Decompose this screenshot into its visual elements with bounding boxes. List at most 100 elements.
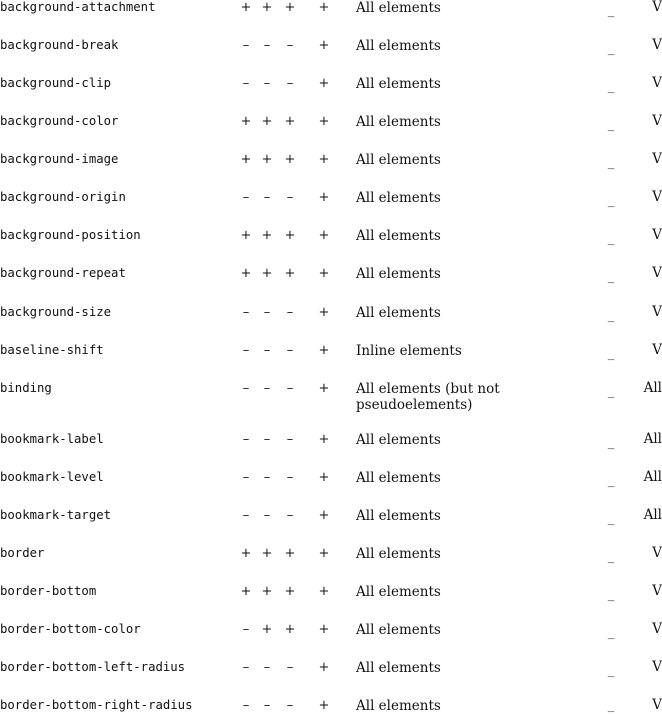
table-row: border-bottom-color – + + + All elements…: [0, 622, 662, 662]
inherited-mark: _: [607, 231, 615, 246]
property-name: baseline-shift: [0, 343, 104, 357]
media-group: V: [652, 304, 662, 320]
table-row: border-bottom-left-radius – – – + All el…: [0, 660, 662, 700]
support-mark: +: [318, 381, 330, 396]
property-name: bookmark-target: [0, 508, 112, 522]
media-group: V: [652, 659, 662, 675]
support-mark: +: [240, 114, 252, 129]
support-mark: –: [263, 508, 271, 523]
support-mark: +: [318, 0, 330, 15]
media-group: All: [643, 469, 662, 485]
applies-to: All elements: [356, 546, 441, 562]
support-mark: –: [286, 508, 294, 523]
support-mark: +: [318, 660, 330, 675]
table-row: background-position + + + + All elements…: [0, 228, 662, 268]
applies-to: All elements: [356, 660, 441, 676]
media-group: V: [652, 265, 662, 281]
table-row: background-repeat + + + + All elements _…: [0, 266, 662, 306]
inherited-mark: _: [607, 435, 615, 450]
support-mark: –: [286, 76, 294, 91]
media-group: All: [643, 507, 662, 523]
applies-to: All elements: [356, 190, 441, 206]
inherited-mark: _: [607, 384, 615, 399]
property-name: background-color: [0, 114, 119, 128]
support-mark: +: [240, 584, 252, 599]
inherited-mark: _: [607, 308, 615, 323]
inherited-mark: _: [607, 625, 615, 640]
support-mark: –: [263, 698, 271, 713]
support-mark: –: [242, 508, 250, 523]
support-mark: +: [318, 190, 330, 205]
property-name: border-bottom-right-radius: [0, 698, 193, 712]
media-group: V: [652, 621, 662, 637]
support-mark: +: [284, 266, 296, 281]
support-mark: –: [242, 305, 250, 320]
property-name: background-repeat: [0, 266, 126, 280]
support-mark: –: [263, 305, 271, 320]
property-name: background-attachment: [0, 0, 156, 14]
media-group: V: [652, 697, 662, 713]
support-mark: –: [286, 698, 294, 713]
support-mark: –: [286, 305, 294, 320]
support-mark: +: [284, 228, 296, 243]
support-mark: –: [263, 76, 271, 91]
support-mark: +: [318, 152, 330, 167]
media-group: V: [652, 37, 662, 53]
table-row: background-color + + + + All elements _ …: [0, 114, 662, 154]
applies-to: All elements: [356, 470, 441, 486]
media-group: V: [652, 189, 662, 205]
support-mark: +: [240, 266, 252, 281]
support-mark: –: [242, 190, 250, 205]
applies-to: All elements: [356, 152, 441, 168]
applies-to: All elements: [356, 114, 441, 130]
support-mark: +: [261, 0, 273, 15]
table-row: background-origin – – – + All elements _…: [0, 190, 662, 230]
inherited-mark: _: [607, 511, 615, 526]
support-mark: –: [286, 381, 294, 396]
support-mark: –: [263, 470, 271, 485]
support-mark: +: [284, 584, 296, 599]
support-mark: +: [318, 432, 330, 447]
support-mark: +: [240, 152, 252, 167]
property-name: background-origin: [0, 190, 126, 204]
applies-to: All elements: [356, 508, 441, 524]
support-mark: –: [263, 432, 271, 447]
inherited-mark: _: [607, 698, 615, 713]
property-name: background-clip: [0, 76, 112, 90]
media-group: V: [652, 113, 662, 129]
support-mark: –: [242, 622, 250, 637]
support-mark: –: [286, 38, 294, 53]
support-mark: +: [318, 266, 330, 281]
media-group: V: [652, 0, 662, 15]
support-mark: –: [286, 432, 294, 447]
support-mark: +: [284, 114, 296, 129]
applies-to: All elements: [356, 0, 441, 16]
support-mark: –: [242, 76, 250, 91]
support-mark: –: [286, 470, 294, 485]
support-mark: +: [261, 266, 273, 281]
inherited-mark: _: [607, 549, 615, 564]
support-mark: –: [242, 432, 250, 447]
support-mark: +: [318, 508, 330, 523]
inherited-mark: _: [607, 587, 615, 602]
applies-to: All elements: [356, 228, 441, 244]
table-row: background-attachment + + + + All elemen…: [0, 0, 662, 40]
support-mark: –: [242, 343, 250, 358]
support-mark: –: [242, 38, 250, 53]
applies-to: All elements: [356, 698, 441, 714]
support-mark: +: [318, 470, 330, 485]
support-mark: +: [318, 114, 330, 129]
support-mark: +: [261, 584, 273, 599]
support-mark: –: [286, 190, 294, 205]
applies-to: All elements: [356, 38, 441, 54]
applies-to: All elements: [356, 584, 441, 600]
inherited-mark: _: [607, 663, 615, 678]
property-name: bookmark-level: [0, 470, 104, 484]
applies-to: Inline elements: [356, 343, 462, 359]
support-mark: +: [261, 152, 273, 167]
support-mark: +: [284, 546, 296, 561]
property-name: bookmark-label: [0, 432, 104, 446]
applies-to: All elements: [356, 432, 441, 448]
support-mark: +: [284, 622, 296, 637]
inherited-mark: _: [607, 41, 615, 56]
